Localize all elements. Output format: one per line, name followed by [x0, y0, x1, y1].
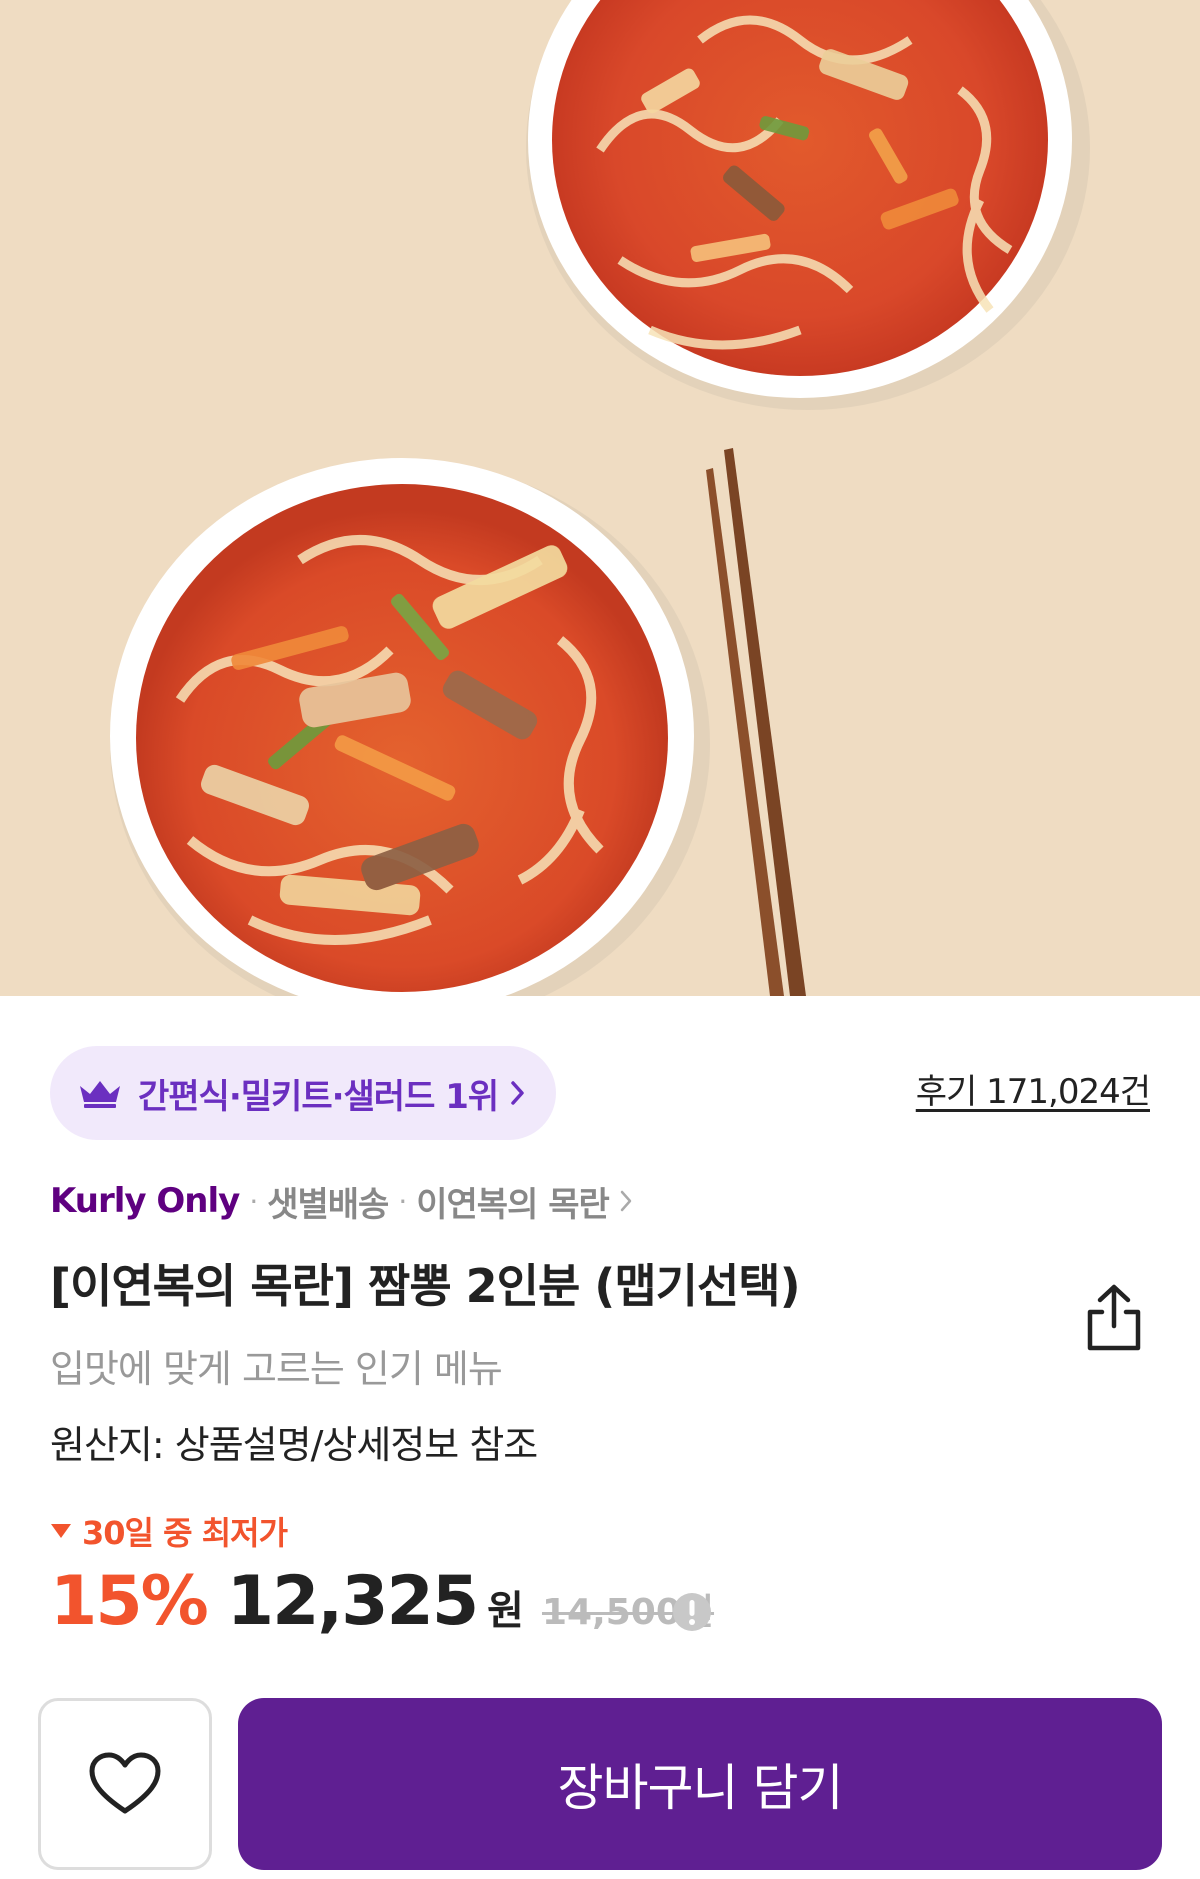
seller-link[interactable]: 이연복의 목란 [416, 1177, 610, 1226]
separator-dot: · [398, 1184, 407, 1218]
currency-unit: 원 [487, 1588, 524, 1634]
chevron-right-icon [511, 1081, 524, 1105]
heart-icon [89, 1752, 161, 1814]
chevron-right-icon[interactable] [619, 1189, 633, 1213]
wishlist-button[interactable] [38, 1698, 212, 1870]
rank-label: 간편식·밀키트·샐러드 1위 [138, 1076, 499, 1117]
separator-dot: · [249, 1184, 258, 1218]
origin-info: 원산지: 상품설명/상세정보 참조 [50, 1423, 538, 1467]
discount-rate: 15% [50, 1562, 209, 1641]
product-image [0, 0, 1200, 996]
crown-icon [80, 1081, 120, 1108]
review-count-link[interactable]: 후기 171,024건 [916, 1064, 1151, 1113]
share-icon[interactable] [1080, 1282, 1148, 1356]
category-rank-badge[interactable]: 간편식·밀키트·샐러드 1위 [50, 1046, 557, 1140]
product-photo [0, 0, 1200, 996]
lowest-price-tag: 30일 중 최저가 [50, 1508, 288, 1554]
sale-price: 12,325 [226, 1562, 479, 1641]
price-row: 15% 12,325 원 14,500원 [50, 1562, 714, 1652]
kurly-only-label: Kurly Only [50, 1181, 240, 1221]
delivery-type: 샛별배송 [267, 1184, 389, 1225]
product-subtitle: 입맛에 맞게 고르는 인기 메뉴 [50, 1347, 503, 1391]
add-to-cart-button[interactable]: 장바구니 담기 [238, 1698, 1162, 1870]
product-title: [이연복의 목란] 짬뽕 2인분 (맵기선택) [50, 1259, 801, 1313]
down-triangle-icon [51, 1524, 71, 1538]
lowest-price-label: 30일 중 최저가 [82, 1514, 288, 1552]
info-icon[interactable] [672, 1592, 712, 1632]
product-meta-row: Kurly Only · 샛별배송 · 이연복의 목란 [50, 1176, 633, 1226]
